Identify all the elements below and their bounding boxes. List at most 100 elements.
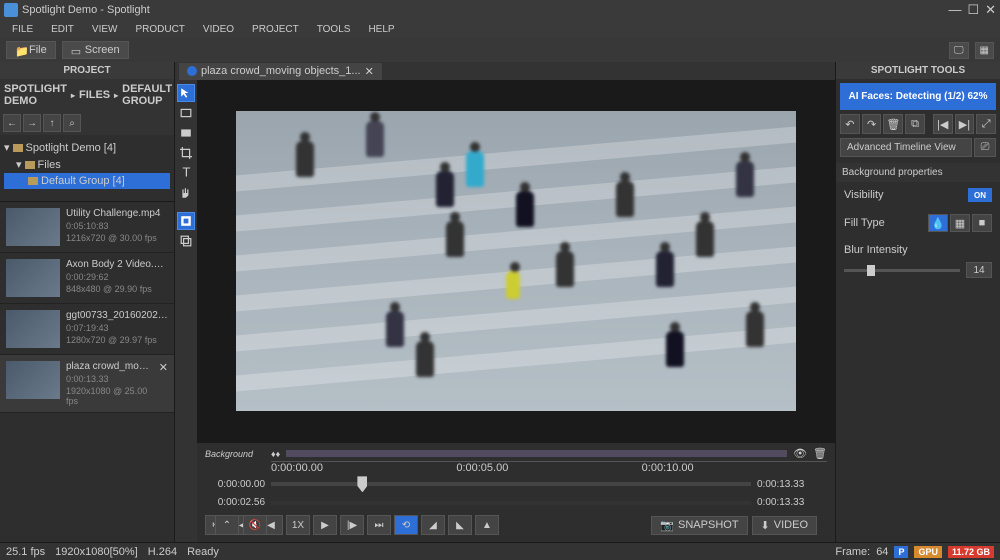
- ai-status-banner[interactable]: AI Faces: Detecting (1/2) 62%: [840, 83, 996, 110]
- monitor-button[interactable]: 🖵: [949, 42, 969, 59]
- ruler[interactable]: 0:00:00.00 0:00:05.00 0:00:10.00: [271, 461, 827, 475]
- media-item[interactable]: Axon Body 2 Video.mp40:00:29:62848x480 @…: [0, 253, 174, 304]
- crop-tool[interactable]: [177, 144, 195, 162]
- expand-button[interactable]: ⤢: [976, 114, 996, 134]
- thumbnail: [6, 361, 60, 399]
- goto-end-button[interactable]: ⏭: [367, 515, 391, 535]
- fill-solid-option[interactable]: ■: [972, 214, 992, 232]
- menu-product[interactable]: PRODUCT: [127, 22, 192, 37]
- titlebar: Spotlight Demo - Spotlight — ☐ ✕: [0, 0, 1000, 20]
- speed-button[interactable]: 1X: [286, 515, 310, 535]
- tree-group[interactable]: Default Group [4]: [4, 173, 170, 189]
- redo-button[interactable]: ↷: [862, 114, 882, 134]
- media-item[interactable]: ggt00733_20160202150...0:07:19:431280x72…: [0, 304, 174, 355]
- video-canvas[interactable]: [197, 80, 835, 442]
- next-kf-button[interactable]: ▶|: [955, 114, 975, 134]
- track-delete-icon[interactable]: 🗑: [813, 447, 827, 460]
- video-tab[interactable]: plaza crowd_moving objects_1... ✕: [179, 63, 382, 80]
- maximize-button[interactable]: ☐: [967, 2, 979, 18]
- bc-files[interactable]: FILES: [79, 89, 110, 101]
- project-panel: PROJECT SPOTLIGHT DEMO▸ FILES▸ DEFAULT G…: [0, 62, 175, 542]
- screen-button[interactable]: ▭Screen: [62, 41, 129, 59]
- media-item[interactable]: plaza crowd_moving obj...0:00:13.331920x…: [0, 355, 174, 413]
- marker-b-button[interactable]: ◣: [448, 515, 472, 535]
- svg-text:T: T: [182, 167, 190, 179]
- marker-c-button[interactable]: ▲: [475, 515, 499, 535]
- track-eye-icon[interactable]: 👁: [793, 447, 807, 460]
- loop-button[interactable]: ⟲: [394, 515, 418, 535]
- scrubber[interactable]: [271, 482, 751, 486]
- breadcrumb: SPOTLIGHT DEMO▸ FILES▸ DEFAULT GROUP▸: [0, 79, 174, 111]
- window-title: Spotlight Demo - Spotlight: [22, 4, 150, 16]
- bc-root[interactable]: SPOTLIGHT DEMO: [4, 83, 67, 107]
- time-end: 0:00:13.33: [757, 479, 827, 490]
- thumbnail: [6, 259, 60, 297]
- viewport: Background ♦♦ 👁 🗑 0:00:00.00 0:00:05.00 …: [197, 80, 835, 542]
- close-tab-icon[interactable]: ✕: [365, 65, 374, 78]
- layout-button[interactable]: ▦: [975, 42, 994, 59]
- menu-tools[interactable]: TOOLS: [309, 22, 359, 37]
- screen-icon: ▭: [71, 45, 81, 55]
- badge-mem: 11.72 GB: [948, 546, 994, 558]
- bc-group[interactable]: DEFAULT GROUP: [122, 83, 172, 107]
- thumbnail: [6, 310, 60, 348]
- nav-back[interactable]: ←: [3, 114, 21, 132]
- tool-column: T: [175, 80, 197, 542]
- fill-blur-option[interactable]: 💧: [928, 214, 948, 232]
- tree-root[interactable]: ▾ Spotlight Demo [4]: [4, 139, 170, 156]
- text-tool[interactable]: T: [177, 164, 195, 182]
- adv-timeline-button[interactable]: Advanced Timeline View: [840, 138, 972, 157]
- marker-a-button[interactable]: ◢: [421, 515, 445, 535]
- layers-tool[interactable]: [177, 232, 195, 250]
- mask-tool[interactable]: [177, 212, 195, 230]
- collapse-button[interactable]: ⌃: [215, 515, 239, 535]
- tree-files[interactable]: ▾ Files: [4, 156, 170, 173]
- video-frame: [236, 111, 796, 411]
- rect-tool[interactable]: [177, 104, 195, 122]
- snapshot-button[interactable]: 📷SNAPSHOT: [651, 516, 747, 535]
- timeline-toggle[interactable]: ⎚: [974, 138, 996, 157]
- bg-props-header: Background properties: [836, 163, 1000, 182]
- nav-fwd[interactable]: →: [23, 114, 41, 132]
- frame-label: Frame:: [835, 546, 870, 558]
- zoom-bar[interactable]: [271, 501, 751, 505]
- file-button[interactable]: 📁File: [6, 41, 56, 59]
- rect-fill-tool[interactable]: [177, 124, 195, 142]
- step-fwd-button[interactable]: |▶: [340, 515, 364, 535]
- project-header: PROJECT: [0, 62, 174, 79]
- menu-project[interactable]: PROJECT: [244, 22, 307, 37]
- status-res: 1920x1080[50%]: [55, 546, 138, 558]
- pointer-tool[interactable]: [177, 84, 195, 102]
- status-codec: H.264: [148, 546, 177, 558]
- minimize-button[interactable]: —: [948, 2, 961, 18]
- media-item[interactable]: Utility Challenge.mp40:05:10:831216x720 …: [0, 202, 174, 253]
- export-video-button[interactable]: ⬇VIDEO: [752, 516, 817, 535]
- copy-button[interactable]: ⧉: [905, 114, 925, 134]
- filltype-label: Fill Type: [844, 217, 885, 229]
- menu-help[interactable]: HELP: [360, 22, 402, 37]
- hand-tool[interactable]: [177, 184, 195, 202]
- menu-file[interactable]: FILE: [4, 22, 41, 37]
- blur-slider[interactable]: [844, 269, 960, 272]
- fill-pixelate-option[interactable]: ▦: [950, 214, 970, 232]
- mute-button[interactable]: 🔇: [243, 515, 267, 535]
- status-state: Ready: [187, 546, 219, 558]
- tools-panel: SPOTLIGHT TOOLS AI Faces: Detecting (1/2…: [835, 62, 1000, 542]
- blur-value[interactable]: 14: [966, 262, 992, 278]
- nav-up[interactable]: ↑: [43, 114, 61, 132]
- tab-bar: plaza crowd_moving objects_1... ✕: [175, 62, 835, 80]
- undo-button[interactable]: ↶: [840, 114, 860, 134]
- delete-button[interactable]: 🗑: [883, 114, 903, 134]
- visibility-toggle[interactable]: ON: [968, 188, 992, 202]
- menu-video[interactable]: VIDEO: [195, 22, 242, 37]
- close-button[interactable]: ✕: [985, 2, 996, 18]
- prev-kf-button[interactable]: |◀: [933, 114, 953, 134]
- close-icon[interactable]: ✕: [159, 361, 168, 406]
- menu-edit[interactable]: EDIT: [43, 22, 82, 37]
- play-button[interactable]: ▶: [313, 515, 337, 535]
- track-bar[interactable]: [286, 450, 787, 457]
- timeline: Background ♦♦ 👁 🗑 0:00:00.00 0:00:05.00 …: [197, 442, 835, 542]
- nav-search[interactable]: ⌕: [63, 114, 81, 132]
- menu-view[interactable]: VIEW: [84, 22, 126, 37]
- video-icon: ⬇: [761, 519, 770, 532]
